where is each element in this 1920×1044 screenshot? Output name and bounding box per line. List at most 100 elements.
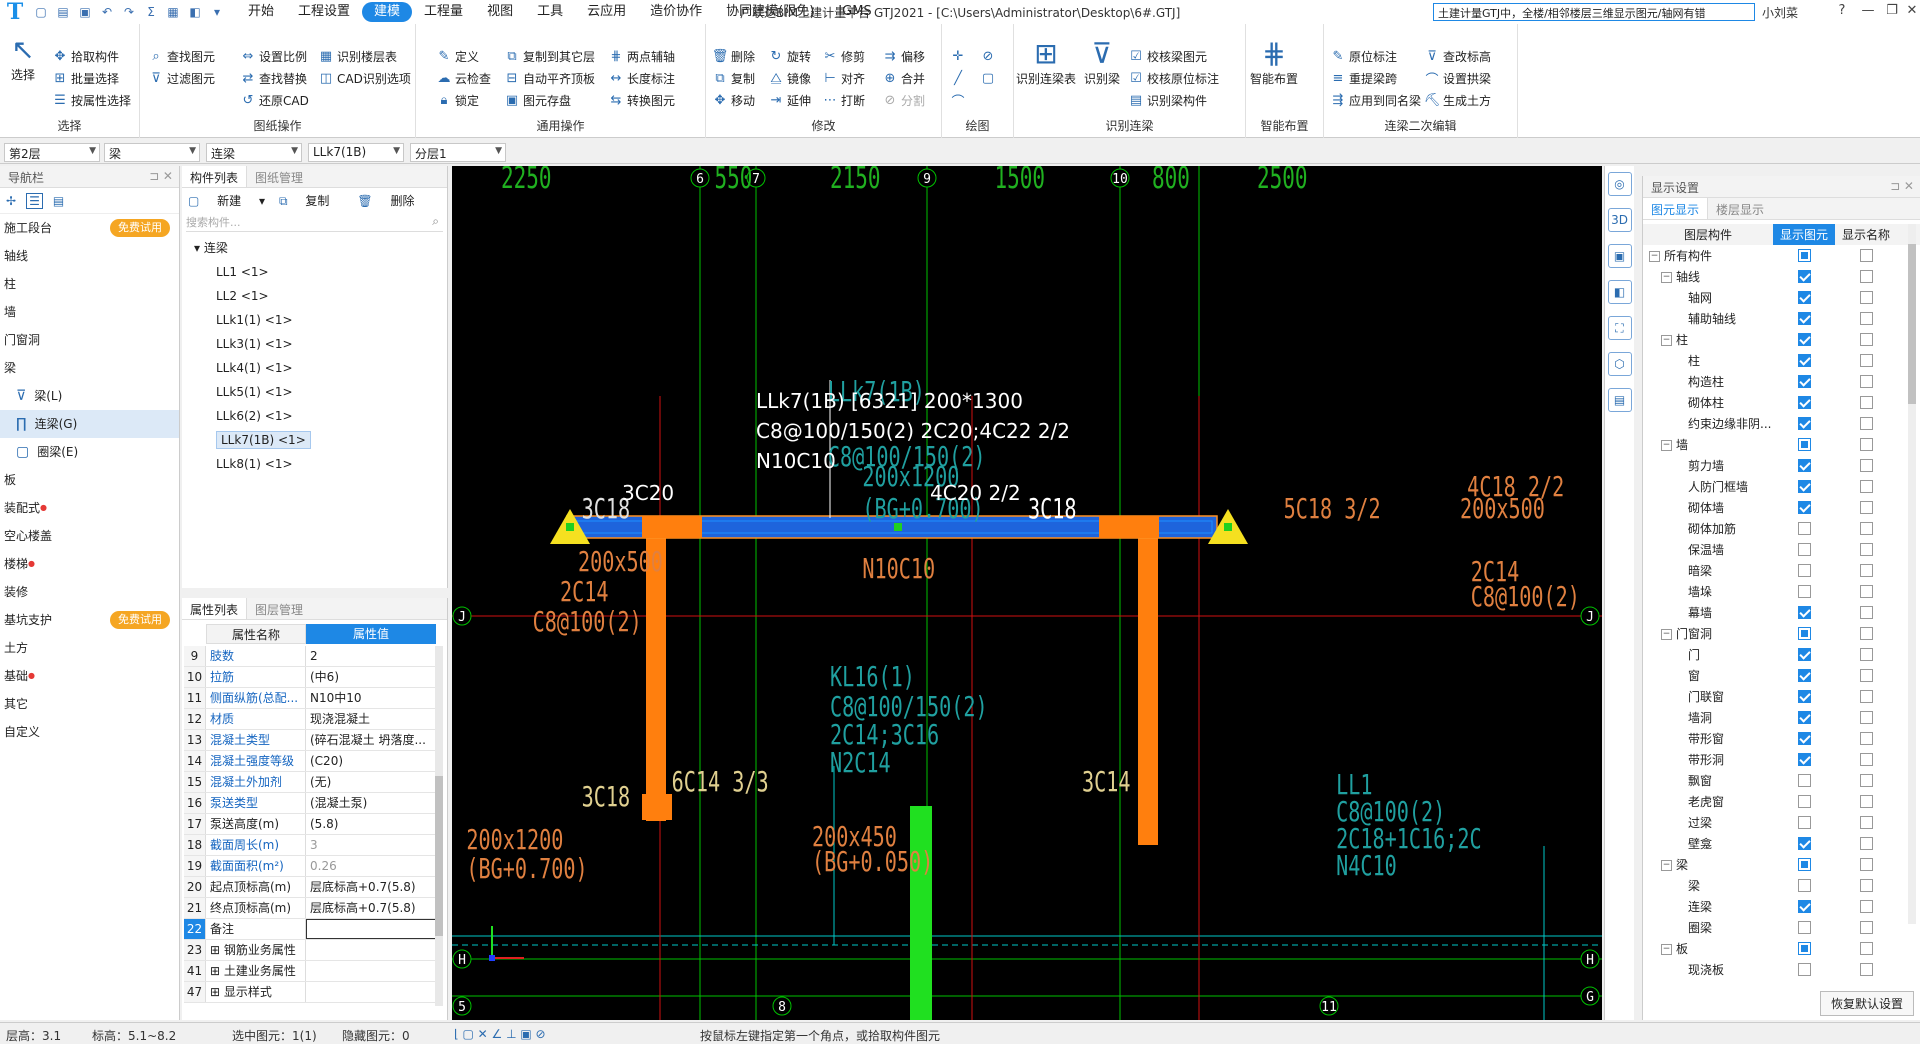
move-button[interactable]: ✥ 移动: [712, 90, 755, 110]
nav-item[interactable]: 装配式●: [0, 494, 179, 522]
show-element-checkbox[interactable]: [1797, 900, 1811, 913]
pin-icon[interactable]: ⊐ ✕: [149, 169, 173, 183]
view-3d-icon[interactable]: 3D: [1607, 208, 1632, 232]
arc-draw-button[interactable]: ⌒: [950, 90, 969, 110]
prop-row[interactable]: 15 混凝土外加剂 (无): [184, 772, 436, 793]
nav-item[interactable]: 柱: [0, 270, 179, 298]
show-name-checkbox[interactable]: [1859, 333, 1873, 346]
show-element-checkbox[interactable]: [1797, 291, 1811, 304]
auto-align-slab-button[interactable]: ⊟ 自动平齐顶板: [504, 68, 595, 88]
length-dim-button[interactable]: ↔ 长度标注: [608, 68, 675, 88]
show-name-checkbox[interactable]: [1859, 753, 1873, 766]
show-name-checkbox[interactable]: [1859, 858, 1873, 871]
show-name-checkbox[interactable]: [1859, 774, 1873, 787]
display-scroll-thumb[interactable]: [1908, 244, 1916, 404]
recognize-table-button[interactable]: ⊞ 识别连梁表: [1016, 36, 1076, 87]
nav-item[interactable]: 施工段台 免费试用: [0, 214, 179, 242]
show-element-checkbox[interactable]: [1797, 375, 1811, 388]
prop-row[interactable]: 11 侧面纵筋(总配... N10中10: [184, 688, 436, 709]
menu-tab[interactable]: 工具: [525, 2, 575, 22]
prop-row[interactable]: 23 ⊞ 钢筋业务属性: [184, 940, 436, 961]
grip-right[interactable]: [1224, 523, 1232, 531]
show-element-checkbox[interactable]: [1797, 585, 1811, 598]
trial-badge[interactable]: 免费试用: [110, 611, 170, 629]
prop-value[interactable]: [306, 940, 436, 960]
prop-row[interactable]: 9 肢数 2: [184, 646, 436, 667]
collapse-icon[interactable]: −: [1661, 944, 1672, 955]
show-element-checkbox[interactable]: [1797, 627, 1811, 640]
tab-drawing-manage[interactable]: 图纸管理: [247, 166, 311, 187]
new-icon[interactable]: ▢: [31, 2, 51, 22]
show-name-checkbox[interactable]: [1859, 585, 1873, 598]
prop-value[interactable]: (无): [306, 772, 436, 792]
rect-draw-button[interactable]: ▢: [980, 68, 999, 88]
gen-earthwork-button[interactable]: ⛏ 生成土方: [1424, 90, 1491, 110]
show-name-checkbox[interactable]: [1859, 543, 1873, 556]
prop-value[interactable]: (碎石混凝土 坍落度...: [306, 730, 436, 750]
props-scrollbar[interactable]: [435, 646, 443, 1006]
prop-row[interactable]: 14 混凝土强度等级 (C20): [184, 751, 436, 772]
nav-item[interactable]: 板: [0, 466, 179, 494]
show-element-checkbox[interactable]: [1797, 480, 1811, 493]
close-icon[interactable]: ✕: [1900, 3, 1920, 21]
tab-floor-display[interactable]: 楼层显示: [1708, 198, 1772, 219]
tree-item[interactable]: LLk1(1) <1>: [216, 308, 447, 332]
prop-row[interactable]: 10 拉筋 (中6): [184, 667, 436, 688]
prop-row[interactable]: 22 备注: [184, 919, 436, 940]
tab-element-display[interactable]: 图元显示: [1643, 198, 1709, 219]
tree-item[interactable]: LLk5(1) <1>: [216, 380, 447, 404]
tree-item[interactable]: LLk8(1) <1>: [216, 452, 447, 476]
trial-badge[interactable]: 免费试用: [110, 219, 170, 237]
convert-element-button[interactable]: ⇆ 转换图元: [608, 90, 675, 110]
tab-properties[interactable]: 属性列表: [182, 598, 248, 619]
check-annotation-button[interactable]: ☑ 校核原位标注: [1128, 68, 1219, 88]
point-draw-button[interactable]: ✛: [950, 46, 969, 66]
show-element-checkbox[interactable]: [1797, 816, 1811, 829]
copy-to-floor-button[interactable]: ⧉ 复制到其它层: [504, 46, 595, 66]
prop-value[interactable]: 层底标高+0.7(5.8): [306, 877, 436, 897]
nav-item[interactable]: 楼梯●: [0, 550, 179, 578]
prop-value[interactable]: 2: [306, 646, 436, 666]
layer-select[interactable]: 分层1 ▼: [410, 143, 506, 162]
show-element-checkbox[interactable]: [1797, 606, 1811, 619]
fullscreen-icon[interactable]: ⛶: [1607, 316, 1632, 340]
delete-button[interactable]: 🗑︎ 删除: [712, 46, 755, 66]
smart-layout-button[interactable]: ⋕ 智能布置: [1250, 36, 1298, 87]
view-orbit-icon[interactable]: ◎: [1607, 172, 1632, 196]
prop-row[interactable]: 16 泵送类型 (混凝土泵): [184, 793, 436, 814]
save-element-button[interactable]: ▣ 图元存盘: [504, 90, 571, 110]
save-icon[interactable]: ▣: [75, 2, 95, 22]
show-element-checkbox[interactable]: [1797, 270, 1811, 283]
nav-item[interactable]: 轴线: [0, 242, 179, 270]
offset-button[interactable]: ⇉ 偏移: [882, 46, 925, 66]
grip-left[interactable]: [566, 523, 574, 531]
show-name-checkbox[interactable]: [1859, 417, 1873, 430]
delete-comp-button[interactable]: 🗑︎ 删除: [357, 192, 428, 209]
props-scroll-thumb[interactable]: [435, 776, 443, 936]
align-button[interactable]: ⊢ 对齐: [822, 68, 865, 88]
nav-item[interactable]: 其它: [0, 690, 179, 718]
show-element-checkbox[interactable]: [1797, 879, 1811, 892]
open-icon[interactable]: ▤: [53, 2, 73, 22]
show-name-checkbox[interactable]: [1859, 480, 1873, 493]
show-name-checkbox[interactable]: [1859, 648, 1873, 661]
show-name-checkbox[interactable]: [1859, 711, 1873, 724]
menu-tab[interactable]: 工程设置: [286, 2, 362, 22]
show-name-checkbox[interactable]: [1859, 816, 1873, 829]
floor-select[interactable]: 第2层 ▼: [4, 143, 100, 162]
redo-icon[interactable]: ↷: [119, 2, 139, 22]
show-element-checkbox[interactable]: [1797, 690, 1811, 703]
prop-value[interactable]: (5.8): [306, 814, 436, 834]
prop-row[interactable]: 47 ⊞ 显示样式: [184, 982, 436, 1003]
tab-layer-manage[interactable]: 图层管理: [247, 598, 311, 619]
nav-item[interactable]: 门窗洞: [0, 326, 179, 354]
tree-item[interactable]: LL1 <1>: [216, 260, 447, 284]
show-element-checkbox[interactable]: [1797, 921, 1811, 934]
check-beam-button[interactable]: ☑ 校核梁图元: [1128, 46, 1207, 66]
dropdown-icon[interactable]: ▾: [207, 2, 227, 22]
nav-item[interactable]: 梁: [0, 354, 179, 382]
show-name-checkbox[interactable]: [1859, 522, 1873, 535]
show-name-checkbox[interactable]: [1859, 732, 1873, 745]
set-scale-button[interactable]: ⇔ 设置比例: [240, 46, 307, 66]
show-element-checkbox[interactable]: [1797, 396, 1811, 409]
